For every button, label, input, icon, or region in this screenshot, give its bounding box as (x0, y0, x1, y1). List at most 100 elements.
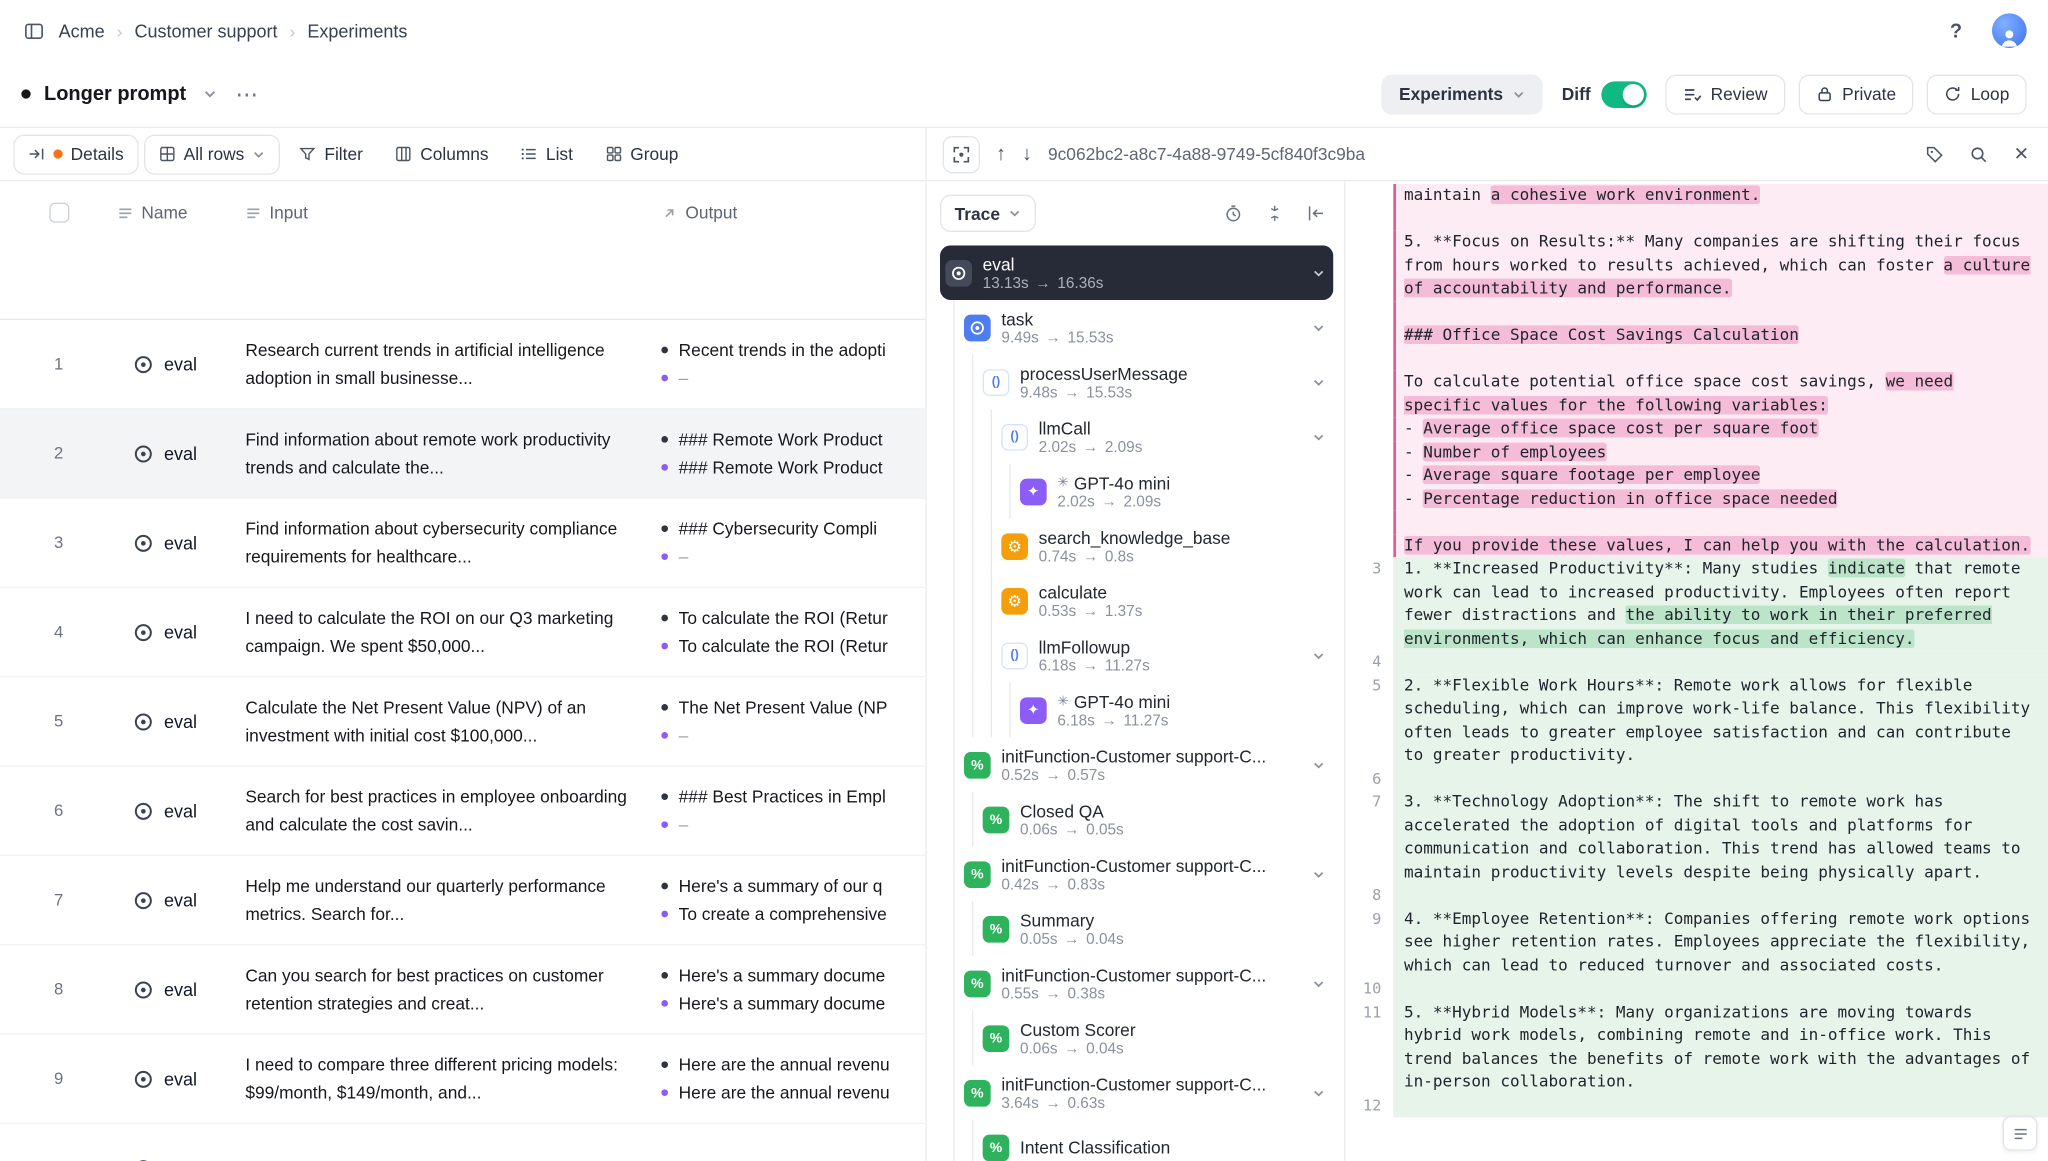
chevron-down-icon[interactable] (1312, 649, 1325, 662)
trace-span-row[interactable]: %initFunction-Customer support-C...0.55s… (940, 956, 1333, 1011)
experiment-name[interactable]: Longer prompt (44, 83, 186, 106)
table-row[interactable]: 9evalI need to compare three different p… (0, 1035, 925, 1124)
span-text-column: ✳GPT-4o mini2.02s→2.09s (1057, 473, 1325, 510)
breadcrumb-page[interactable]: Experiments (307, 21, 407, 41)
diff-toggle-knob (1623, 83, 1644, 104)
diff-toggle[interactable] (1601, 81, 1646, 108)
span-start-time: 0.06s (1020, 1041, 1058, 1057)
table-row[interactable]: 8evalCan you search for best practices o… (0, 945, 925, 1034)
loop-button[interactable]: Loop (1927, 74, 2027, 114)
breadcrumb-project[interactable]: Customer support (134, 21, 277, 41)
table-row[interactable]: 3evalFind information about cybersecurit… (0, 499, 925, 588)
columns-button[interactable]: Columns (382, 134, 502, 174)
table-row[interactable]: 2evalFind information about remote work … (0, 409, 925, 498)
collapse-all-icon[interactable] (1263, 201, 1287, 225)
tag-icon[interactable] (1923, 142, 1947, 166)
span-name-line: ✳GPT-4o mini (1057, 473, 1325, 493)
column-header-output[interactable]: Output (661, 203, 925, 223)
trace-span-row[interactable]: %Custom Scorer0.06s→0.04s (940, 1011, 1333, 1066)
close-icon[interactable]: ✕ (2011, 140, 2032, 168)
row-input-text: Find information about cybersecurity com… (245, 515, 640, 571)
chevron-down-icon[interactable] (1312, 266, 1325, 279)
group-button[interactable]: Group (592, 134, 692, 174)
table-row[interactable]: 7evalHelp me understand our quarterly pe… (0, 856, 925, 945)
table-row[interactable]: 6evalSearch for best practices in employ… (0, 767, 925, 856)
tree-connector (945, 737, 964, 792)
breadcrumb-org[interactable]: Acme (59, 21, 105, 41)
trace-span-row[interactable]: %initFunction-Customer support-C...0.42s… (940, 847, 1333, 902)
trace-span-row[interactable]: %Intent Classification (940, 1120, 1333, 1161)
diff-line-content: 4. **Employee Retention**: Companies off… (1393, 907, 2048, 977)
timer-icon[interactable] (1221, 201, 1245, 225)
trace-span-row[interactable]: ✦✳GPT-4o mini2.02s→2.09s (940, 464, 1333, 519)
chevron-down-icon[interactable] (1312, 430, 1325, 443)
row-name-label: eval (164, 533, 197, 553)
table-row[interactable]: 10evalResearch industry standards for Sa… (0, 1124, 925, 1161)
output-text: Here are the annual revenu (679, 1055, 890, 1075)
search-icon[interactable] (1967, 142, 1991, 166)
trace-span-row[interactable]: ✦✳GPT-4o mini6.18s→11.27s (940, 683, 1333, 738)
next-row-button[interactable]: ↓ (1022, 143, 1032, 166)
chevron-down-icon[interactable] (1312, 758, 1325, 771)
column-header-name[interactable]: Name (117, 203, 245, 223)
trace-span-row[interactable]: ()processUserMessage9.48s→15.53s (940, 355, 1333, 410)
trace-span-row[interactable]: eval13.13s→16.36s (940, 245, 1333, 300)
view-switcher-button[interactable]: Experiments (1382, 74, 1543, 114)
column-header-input[interactable]: Input (245, 203, 661, 223)
experiment-name-chevron-icon[interactable] (200, 84, 220, 104)
raw-output-button[interactable] (2003, 1116, 2038, 1151)
trace-span-row[interactable]: task9.49s→15.53s (940, 300, 1333, 355)
chevron-down-icon[interactable] (1312, 375, 1325, 388)
trace-span-row[interactable]: ⚙search_knowledge_base0.74s→0.8s (940, 519, 1333, 574)
row-output-cell: Here's a summary of our qTo create a com… (661, 876, 925, 924)
sidebar-toggle-icon[interactable] (21, 18, 46, 43)
list-button[interactable]: List (507, 134, 586, 174)
row-name-cell: eval (117, 1069, 245, 1089)
table-row[interactable]: 1evalResearch current trends in artifici… (0, 320, 925, 409)
span-name: llmFollowup (1039, 637, 1131, 657)
span-name: GPT-4o mini (1074, 691, 1170, 711)
column-header-name-label: Name (141, 203, 187, 223)
table-row[interactable]: 4evalI need to calculate the ROI on our … (0, 588, 925, 677)
diff-removed-line (1345, 511, 2048, 534)
select-all-cell (0, 203, 117, 223)
chevron-down-icon[interactable] (1312, 321, 1325, 334)
select-all-checkbox[interactable] (49, 203, 69, 223)
trace-span-row[interactable]: ()llmFollowup6.18s→11.27s (940, 628, 1333, 683)
filter-button[interactable]: Filter (286, 134, 377, 174)
details-button[interactable]: Details (13, 134, 138, 174)
trace-span-row[interactable]: ()llmCall2.02s→2.09s (940, 409, 1333, 464)
expand-trace-button[interactable] (943, 135, 980, 172)
span-end-time: 15.53s (1068, 330, 1114, 346)
diff-added-line: 10 (1345, 977, 2048, 1000)
chevron-down-icon[interactable] (1312, 867, 1325, 880)
diff-line-content: 3. **Technology Adoption**: The shift to… (1393, 791, 2048, 884)
list-icon (521, 145, 538, 162)
trace-span-row[interactable]: %initFunction-Customer support-C...0.52s… (940, 737, 1333, 792)
trace-span-row[interactable]: ⚙calculate0.53s→1.37s (940, 573, 1333, 628)
private-button[interactable]: Private (1798, 74, 1913, 114)
experiment-title-group: Longer prompt ⋯ (21, 78, 262, 110)
trace-span-row[interactable]: %initFunction-Customer support-C...3.64s… (940, 1065, 1333, 1120)
expand-icon (952, 145, 971, 164)
experiment-more-button[interactable]: ⋯ (233, 78, 262, 110)
chevron-down-icon[interactable] (1312, 977, 1325, 990)
review-button[interactable]: Review (1665, 74, 1785, 114)
trace-span-row[interactable]: %Closed QA0.06s→0.05s (940, 792, 1333, 847)
diff-text: 3. **Technology Adoption**: The shift to… (1404, 792, 2020, 881)
help-icon[interactable]: ? (1941, 19, 1970, 42)
avatar[interactable] (1992, 13, 2027, 48)
align-left-icon[interactable] (1304, 201, 1328, 225)
diff-text: - (1404, 442, 1423, 461)
trace-view-dropdown[interactable]: Trace (940, 195, 1036, 232)
previous-row-button[interactable]: ↑ (996, 143, 1006, 166)
trace-detail-body: Trace (927, 181, 2048, 1161)
span-start-time: 3.64s (1001, 1095, 1039, 1111)
output-bullet-dot (661, 911, 668, 918)
row-filter-button[interactable]: All rows (144, 134, 281, 174)
trace-span-row[interactable]: %Summary0.05s→0.04s (940, 901, 1333, 956)
table-row[interactable]: 5evalCalculate the Net Present Value (NP… (0, 677, 925, 766)
span-name: calculate (1039, 582, 1107, 602)
row-number: 8 (0, 980, 117, 999)
chevron-down-icon[interactable] (1312, 1086, 1325, 1099)
